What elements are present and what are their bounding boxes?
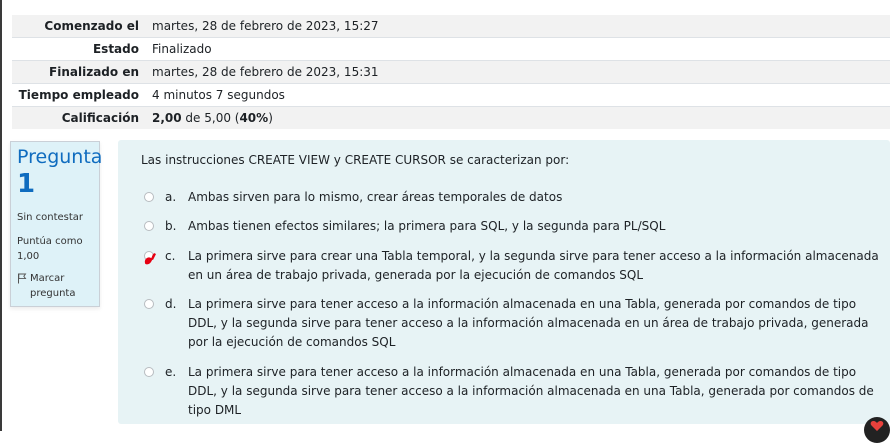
option-text: La primera sirve para tener acceso a la … [188, 297, 869, 349]
summary-label: Calificación [12, 106, 145, 129]
question-content: Las instrucciones CREATE VIEW y CREATE C… [118, 140, 890, 424]
grade-score: 2,00 [152, 111, 182, 125]
option-letter: c. [165, 249, 176, 263]
answer-option-e[interactable]: e. La primera sirve para tener acceso a … [144, 363, 886, 420]
summary-row-time: Tiempo empleado 4 minutos 7 segundos [12, 83, 890, 107]
help-button[interactable] [864, 417, 890, 443]
grade-end: ) [268, 111, 273, 125]
radio-button[interactable] [144, 221, 154, 231]
question-grade: Puntúa como 1,00 [17, 236, 83, 262]
attempt-summary-table: Comenzado el martes, 28 de febrero de 20… [12, 15, 890, 129]
option-text: La primera sirve para tener acceso a la … [188, 365, 874, 417]
question-number: 1 [17, 169, 36, 199]
summary-label: Comenzado el [12, 15, 145, 38]
question-text: Las instrucciones CREATE VIEW y CREATE C… [141, 153, 570, 167]
red-pen-mark-icon [144, 253, 156, 265]
grade-mid: de 5,00 ( [181, 111, 240, 125]
summary-row-state: Estado Finalizado [12, 37, 890, 61]
summary-value: martes, 28 de febrero de 2023, 15:31 [145, 60, 890, 84]
option-letter: b. [165, 219, 177, 233]
answer-option-d[interactable]: d. La primera sirve para tener acceso a … [144, 295, 886, 352]
summary-label: Tiempo empleado [12, 83, 145, 107]
option-letter: d. [165, 297, 177, 311]
answer-option-c[interactable]: c. La primera sirve para crear una Tabla… [144, 247, 886, 285]
window-edge [0, 0, 2, 431]
summary-value: 4 minutos 7 segundos [145, 83, 890, 107]
option-letter: a. [165, 190, 177, 204]
heart-icon [870, 421, 884, 431]
option-text: La primera sirve para crear una Tabla te… [188, 249, 879, 282]
grade-percent: 40% [239, 111, 269, 125]
summary-row-started: Comenzado el martes, 28 de febrero de 20… [12, 15, 890, 38]
answer-option-a[interactable]: a. Ambas sirven para lo mismo, crear áre… [144, 188, 562, 207]
radio-button[interactable] [144, 192, 154, 202]
flag-icon [18, 273, 27, 284]
option-letter: e. [165, 365, 177, 379]
option-text: Ambas sirven para lo mismo, crear áreas … [188, 190, 563, 204]
summary-row-finished: Finalizado en martes, 28 de febrero de 2… [12, 60, 890, 84]
summary-value: martes, 28 de febrero de 2023, 15:27 [145, 15, 890, 38]
flag-question-link[interactable]: Marcar pregunta [17, 271, 93, 301]
answer-option-b[interactable]: b. Ambas tienen efectos similares; la pr… [144, 217, 665, 236]
summary-label: Finalizado en [12, 60, 145, 84]
flag-question-label: Marcar pregunta [30, 273, 76, 299]
question-label: Pregunta [17, 146, 103, 168]
radio-button[interactable] [144, 367, 154, 377]
question-state: Sin contestar [17, 212, 84, 223]
summary-row-grade: Calificación 2,00 de 5,00 (40%) [12, 106, 890, 129]
summary-value: Finalizado [145, 37, 890, 61]
radio-button[interactable] [144, 299, 154, 309]
option-text: Ambas tienen efectos similares; la prime… [188, 219, 666, 233]
question-info-box: Pregunta 1 Sin contestar Puntúa como 1,0… [10, 141, 103, 307]
summary-value: 2,00 de 5,00 (40%) [145, 106, 890, 129]
summary-label: Estado [12, 37, 145, 61]
